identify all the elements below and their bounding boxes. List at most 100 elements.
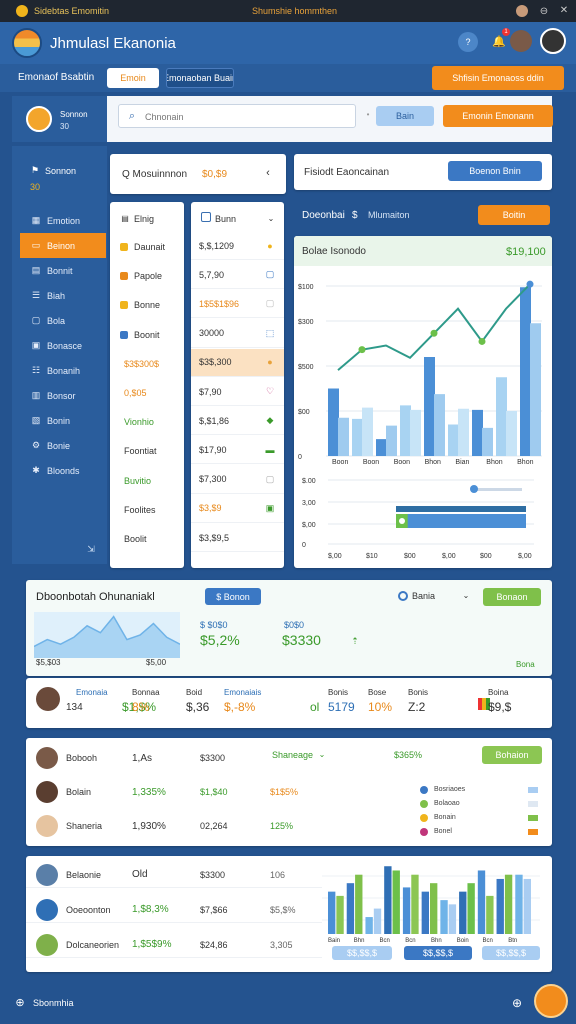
profile-avatar[interactable] [540, 28, 566, 54]
list-row[interactable]: Boonit [110, 324, 184, 346]
row-icon [120, 330, 128, 339]
list1-row[interactable]: Bolain 1,335% $1,$40 $1$5% [26, 780, 552, 804]
search-box[interactable]: ⌕ Chnonain [118, 104, 356, 128]
tab-secondary[interactable]: Emonaoban Buain [166, 68, 234, 88]
list1-right-button[interactable]: Bohaion [482, 746, 542, 764]
value-row[interactable]: $7,300 ▢ [191, 466, 284, 494]
list2-row-name: Dolcaneorien [66, 939, 120, 950]
value-row[interactable]: $17,90 ▬ [191, 436, 284, 465]
list-row[interactable]: Vionhio [110, 411, 184, 433]
list1-chevron-down-icon[interactable]: ⌄ [318, 749, 326, 759]
list-row[interactable]: Foontiat [110, 440, 184, 462]
chart-icon: ▤ [31, 265, 41, 275]
footer-add-icon[interactable]: ⊕ [510, 996, 524, 1010]
list2-row-name: Belaonie [66, 869, 102, 880]
search-action-button[interactable]: Emonin Emonann [443, 105, 553, 127]
sidebar-item[interactable]: ▢ Bola [20, 308, 106, 333]
overview-card: Dboonbotah Ohunaniakl $ Bonon Bania ⌄ Bo… [26, 580, 552, 676]
notification-icon[interactable]: 🔔 [492, 34, 506, 48]
minimize-icon[interactable]: ⊖ [538, 5, 550, 17]
sidebar-item[interactable]: ▥ Bonsor [20, 383, 106, 408]
sidebar-item[interactable]: ✱ Bloonds [20, 458, 106, 483]
sidebar-item-label: Biah [47, 290, 66, 301]
subbar-right-button[interactable]: Shfisin Emonaoss ddin [432, 66, 564, 90]
value-row[interactable]: $,$1,86 ◆ [191, 407, 284, 436]
sidebar-collapse-icon[interactable]: ⇲ [86, 544, 96, 554]
overview-dropdown[interactable]: Bania [412, 591, 435, 601]
list-row[interactable]: $3$300$ [110, 353, 184, 375]
overview-green-button[interactable]: Bonaon [483, 588, 541, 606]
value-row[interactable]: $3,$9 ▣ [191, 495, 284, 523]
close-icon[interactable]: ✕ [558, 4, 570, 16]
calendar-icon: ▣ [31, 340, 41, 350]
list1-row[interactable]: Shaneria 1,930% 02,264 125% [26, 814, 552, 838]
sidebar-item[interactable]: ▧ Bonin [20, 408, 106, 433]
sidebar-item[interactable]: ☰ Biah [20, 283, 106, 308]
list-row[interactable]: Boolit [110, 528, 184, 550]
value-row[interactable]: 30000 ⬚ [191, 320, 284, 348]
sidebar-item[interactable]: ▣ Bonasce [20, 333, 106, 358]
col2-chevron-down-icon[interactable]: ⌄ [267, 213, 275, 223]
progress-bar-chart: $.00 3,00 $,00 0 $,00 $10 $00 $,00 $00 $,00 [302, 478, 534, 560]
col2-header-icon [201, 212, 211, 222]
row-value: $7,90 [199, 386, 222, 397]
value-row[interactable]: 5,7,90 ▢ [191, 261, 284, 290]
row-status-icon: ● [267, 357, 273, 368]
chart-sub-button[interactable]: Boitin [478, 205, 550, 225]
list2-row[interactable]: Dolcaneorien 1,$5$9% $24,86 3,305 [26, 932, 322, 958]
doc-icon: ▢ [31, 315, 41, 325]
list1-dropdown[interactable]: Shaneage [272, 750, 313, 760]
overview-dropdown-icon [398, 591, 408, 601]
user-avatar[interactable] [510, 30, 532, 52]
list2-row[interactable]: Belaonie Old $3300 106 [26, 862, 322, 888]
help-icon[interactable]: ? [458, 32, 478, 52]
list-row[interactable]: Papole [110, 265, 184, 287]
row-value: $17,90 [199, 444, 227, 455]
list2-row[interactable]: Ooeoonton 1,$8,3% $7,$66 $5,$% [26, 897, 322, 923]
sidebar-item[interactable]: ▤ Bonnit [20, 258, 106, 283]
progress-knob[interactable] [470, 485, 478, 493]
titlebar-avatar[interactable] [516, 5, 528, 17]
search-filter-dropdown[interactable]: Bain [376, 106, 434, 126]
row-status-icon: ▣ [265, 502, 275, 513]
value-row[interactable]: $3,$9,5 [191, 524, 284, 552]
overview-button[interactable]: $ Bonon [205, 588, 261, 605]
list1-row-a: 1,335% [132, 786, 166, 798]
x-tick-label: Bcn [405, 938, 415, 944]
list2-row-a: 1,$8,3% [132, 904, 169, 915]
stat1-label: $ $0$0 [200, 620, 228, 630]
x-tick-label: $00 [404, 553, 416, 560]
value-row[interactable]: $7,90 ♡ [191, 378, 284, 406]
list-row[interactable]: 0,$05 [110, 382, 184, 404]
chart-panel-header-button[interactable]: Boenon Bnin [448, 161, 542, 181]
list1-row-name: Shaneria [66, 821, 103, 831]
row-label: Papole [134, 271, 163, 282]
settings-icon: ⚙ [31, 440, 41, 450]
tab-active[interactable]: Emoin [107, 68, 159, 88]
sidebar-item[interactable]: ⚙ Bonie [20, 433, 106, 458]
list-row[interactable]: Foolites [110, 499, 184, 521]
value-row[interactable]: 1$5$1$96 ▢ [191, 290, 284, 319]
list-row[interactable]: Daunait [110, 236, 184, 258]
list-row[interactable]: Bonne [110, 294, 184, 316]
bar [486, 895, 494, 934]
footer-button-1[interactable]: $$,$$,$ [332, 946, 392, 960]
search-placeholder: Chnonain [145, 112, 184, 122]
footer-button-3[interactable]: $$,$$,$ [482, 946, 540, 960]
sidebar-item[interactable]: ☷ Bonanih [20, 358, 106, 383]
row-label: Daunait [134, 242, 166, 252]
main-bar-chart: $100 $300 $500 $00 0 Boon Boon Boon Bhon Bian Bhon… [298, 280, 542, 466]
value-row[interactable]: $3$,300 ● [191, 348, 284, 377]
assistant-avatar[interactable] [534, 984, 568, 1018]
value-row[interactable]: $,$,1209 ● [191, 232, 284, 260]
list-row[interactable]: Buvitio [110, 470, 184, 492]
sidebar-header-icon: ⚑ [30, 164, 40, 175]
sidebar-item[interactable]: ▦ Emotion [20, 208, 106, 233]
footer-button-2[interactable]: $$,$$,$ [404, 946, 472, 960]
row-value: $,$,1209 [199, 240, 235, 251]
list-panel: Q Mosuinnnon $0,$9 ‹ [110, 154, 286, 194]
chevron-left-icon[interactable]: ‹ [262, 167, 274, 179]
sidebar-item[interactable]: ▭ Beinon [20, 233, 106, 258]
overview-chevron-down-icon[interactable]: ⌄ [462, 590, 470, 600]
x-tick-label: $,00 [518, 553, 532, 560]
